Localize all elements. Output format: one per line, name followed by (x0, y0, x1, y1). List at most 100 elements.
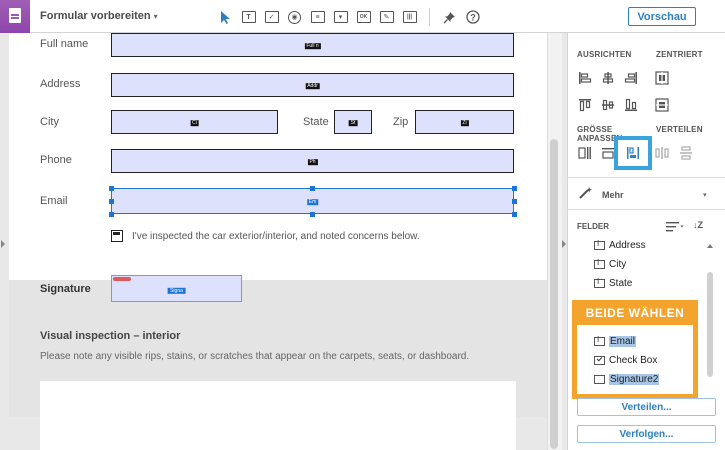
help-button[interactable]: ? (461, 7, 484, 27)
state-field[interactable]: St (334, 110, 372, 134)
phone-field[interactable]: Ph (111, 149, 514, 173)
radio-tool-icon: ◉ (288, 10, 301, 24)
document-icon (9, 8, 21, 23)
select-tool-icon (220, 10, 230, 24)
distribute-button[interactable]: Verteilen... (577, 398, 716, 416)
size-label-line-1: GRÖSSE (577, 125, 613, 134)
document-scroll-thumb[interactable] (550, 139, 558, 449)
field-tag: Zi (460, 120, 469, 127)
resize-handle[interactable] (109, 199, 114, 204)
center-vertical-icon[interactable] (655, 98, 669, 112)
distribute-vertical-icon[interactable] (679, 146, 693, 160)
signature-field[interactable]: Signa (111, 275, 242, 302)
track-button[interactable]: Verfolgen... (577, 425, 716, 443)
chevron-down-icon: ▾ (153, 12, 158, 21)
match-width-icon[interactable] (578, 146, 592, 160)
list-box-tool-icon: ≡ (310, 11, 325, 23)
list-scrollbar[interactable] (707, 272, 713, 377)
zip-label: Zip (393, 116, 409, 128)
align-right-icon[interactable] (624, 71, 638, 85)
align-center-horizontal-icon[interactable] (601, 71, 615, 85)
select-tool-button[interactable] (214, 7, 237, 27)
visual-inspection-textbox (40, 381, 516, 450)
sort-icon[interactable]: ↓Z (693, 220, 703, 230)
button-tool-icon: OK (356, 11, 371, 23)
pin-button[interactable] (438, 7, 461, 27)
checkbox-tool-icon: ✓ (264, 11, 279, 23)
text-field-icon (594, 239, 605, 250)
list-options-icon[interactable] (666, 221, 684, 232)
field-tag: Signa (167, 287, 186, 294)
dropdown-tool-button[interactable]: ▾ (329, 7, 352, 27)
full-name-label: Full name (40, 38, 89, 50)
preview-button[interactable]: Vorschau (628, 7, 696, 26)
text-field-tool-button[interactable]: T (237, 7, 260, 27)
tool-title-dropdown[interactable]: Formular vorbereiten ▾ (40, 10, 158, 22)
zip-field[interactable]: Zi (415, 110, 514, 134)
resize-handle[interactable] (109, 186, 114, 191)
align-bottom-icon[interactable] (624, 98, 638, 112)
top-toolbar: Formular vorbereiten ▾ T ✓ ◉ ≡ ▾ OK ✎ |||… (0, 0, 725, 33)
text-field-icon (594, 277, 605, 288)
tool-title-text: Formular vorbereiten (40, 10, 151, 22)
more-menu[interactable]: Mehr (602, 190, 624, 200)
align-top-icon[interactable] (578, 98, 592, 112)
distribute-horizontal-icon[interactable] (655, 146, 669, 160)
button-tool-button[interactable]: OK (352, 7, 375, 27)
barcode-tool-button[interactable]: ||| (398, 7, 421, 27)
align-section-label: AUSRICHTEN (577, 50, 632, 59)
resize-handle[interactable] (512, 186, 517, 191)
chevron-down-icon[interactable]: ▾ (703, 191, 707, 199)
list-item-label: Address (609, 240, 646, 251)
field-tag: Addr (305, 83, 320, 90)
resize-handle[interactable] (310, 212, 315, 217)
list-item[interactable]: State (594, 277, 632, 289)
right-panel-collapse-icon[interactable] (562, 240, 566, 248)
address-field[interactable]: Addr (111, 73, 514, 97)
resize-handle[interactable] (109, 212, 114, 217)
align-middle-icon[interactable] (601, 98, 615, 112)
visual-inspection-text: Please note any visible rips, stains, or… (40, 351, 470, 362)
svg-text:?: ? (470, 13, 476, 23)
resize-handle[interactable] (310, 186, 315, 191)
checkbox-tool-button[interactable]: ✓ (260, 7, 283, 27)
checkbox-text: I've inspected the car exterior/interior… (132, 231, 420, 242)
match-both-icon[interactable] (626, 146, 640, 160)
list-item[interactable]: City (594, 258, 627, 270)
list-item[interactable]: Address (594, 239, 646, 251)
address-label: Address (40, 78, 81, 90)
center-horizontal-icon[interactable] (655, 71, 669, 85)
text-field-icon (594, 258, 605, 269)
align-left-icon[interactable] (578, 71, 592, 85)
signature-tool-button[interactable]: ✎ (375, 7, 398, 27)
distribute-section-label: VERTEILEN (656, 125, 703, 134)
left-panel-expand-icon[interactable] (1, 240, 5, 248)
field-tag: Full n (304, 43, 321, 50)
panel-divider (567, 177, 725, 178)
list-item-label: City (609, 259, 627, 270)
visual-inspection-title: Visual inspection – interior (40, 330, 181, 342)
city-field[interactable]: Ci (111, 110, 278, 134)
signature-tool-icon: ✎ (379, 11, 394, 23)
full-name-field[interactable]: Full n (111, 33, 514, 57)
resize-handle[interactable] (512, 199, 517, 204)
email-field-selected[interactable]: Em (111, 188, 514, 214)
toolbar-divider (429, 8, 430, 26)
email-label: Email (40, 195, 68, 207)
wand-icon (579, 187, 592, 199)
callout-title: BEIDE WÄHLEN (572, 300, 698, 325)
list-scroll-up-icon[interactable] (707, 244, 713, 248)
prepare-form-tab[interactable] (0, 0, 30, 33)
signature-flag-icon (113, 277, 131, 281)
barcode-tool-icon: ||| (402, 11, 417, 23)
text-field-tool-icon: T (241, 11, 256, 23)
panel-divider (567, 209, 725, 210)
list-box-tool-button[interactable]: ≡ (306, 7, 329, 27)
form-tools: T ✓ ◉ ≡ ▾ OK ✎ ||| ? (214, 7, 484, 27)
resize-handle[interactable] (512, 212, 517, 217)
radio-tool-button[interactable]: ◉ (283, 7, 306, 27)
city-label: City (40, 116, 59, 128)
dropdown-tool-icon: ▾ (333, 11, 348, 23)
field-tag: Ph (307, 159, 318, 166)
match-height-icon[interactable] (601, 146, 615, 160)
